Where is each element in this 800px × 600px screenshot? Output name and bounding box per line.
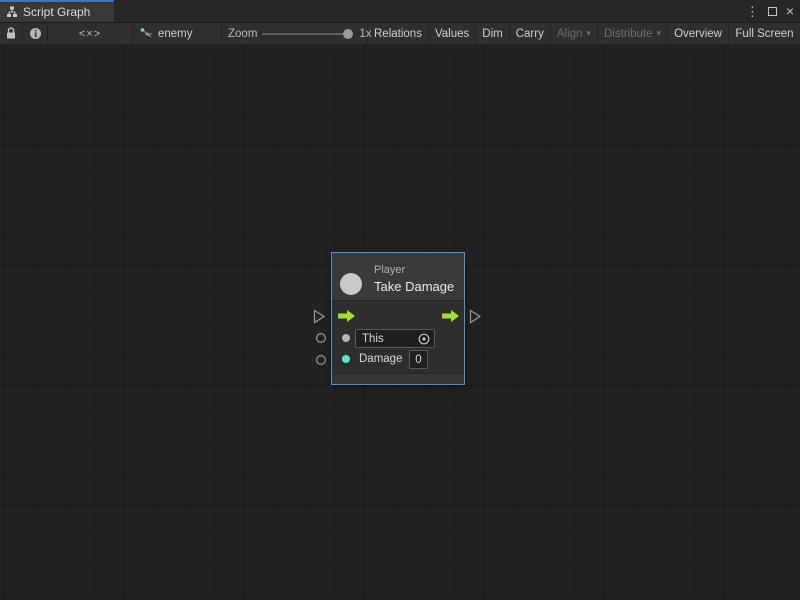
toolbar-button-dim[interactable]: Dim bbox=[476, 23, 509, 44]
zoom-label: Zoom bbox=[228, 28, 257, 40]
external-flow-output-port[interactable] bbox=[469, 309, 482, 324]
window-menu-icon[interactable]: ⋮ bbox=[746, 5, 759, 18]
info-icon bbox=[29, 27, 42, 40]
graph-ref-icon bbox=[140, 28, 153, 40]
toolbar-button-relations[interactable]: Relations bbox=[368, 23, 429, 44]
graph-name: enemy bbox=[158, 28, 193, 40]
external-this-port[interactable] bbox=[315, 332, 327, 344]
toolbar-button-distribute: Distribute ▾ bbox=[598, 23, 668, 44]
damage-port-dot[interactable] bbox=[342, 355, 350, 363]
close-icon[interactable]: × bbox=[786, 4, 794, 18]
this-port-dot[interactable] bbox=[342, 334, 350, 342]
chevron-down-icon: ▾ bbox=[586, 28, 591, 39]
damage-port-label: Damage bbox=[359, 353, 402, 365]
lock-button[interactable] bbox=[0, 23, 23, 44]
target-object-icon bbox=[340, 273, 362, 295]
node-header[interactable]: Player Take Damage bbox=[332, 253, 464, 301]
info-button[interactable] bbox=[23, 23, 48, 44]
this-field-value: This bbox=[362, 333, 384, 345]
external-flow-input-port[interactable] bbox=[313, 309, 326, 324]
graph-hierarchy-icon bbox=[6, 6, 18, 18]
chevron-down-icon: ▾ bbox=[657, 28, 662, 39]
node-footer bbox=[332, 373, 464, 384]
toolbar-button-values[interactable]: Values bbox=[429, 23, 476, 44]
flow-output-arrow-icon[interactable] bbox=[442, 310, 460, 322]
node-target-label: Player bbox=[374, 264, 405, 276]
zoom-control: Zoom 1x bbox=[222, 23, 368, 44]
graph-toolbar: <×> enemy Zoom 1x Relations Values Dim bbox=[0, 22, 800, 44]
zoom-slider[interactable] bbox=[262, 33, 350, 35]
lock-icon bbox=[5, 27, 17, 40]
flow-input-arrow-icon[interactable] bbox=[338, 310, 356, 322]
toolbar-button-carry[interactable]: Carry bbox=[510, 23, 551, 44]
graph-breadcrumb[interactable]: enemy bbox=[133, 23, 222, 44]
toolbar-button-overview[interactable]: Overview bbox=[668, 23, 729, 44]
toolbar-button-fullscreen[interactable]: Full Screen bbox=[729, 23, 800, 44]
external-damage-port[interactable] bbox=[315, 354, 327, 366]
angle-brackets-x-icon: <×> bbox=[79, 28, 101, 40]
angle-brackets-x-button[interactable]: <×> bbox=[48, 23, 133, 44]
toolbar-button-align: Align ▾ bbox=[551, 23, 598, 44]
script-graph-window: Script Graph ⋮ × <×> bbox=[0, 0, 800, 600]
window-controls: ⋮ × bbox=[746, 0, 794, 22]
damage-field-value: 0 bbox=[415, 354, 421, 366]
take-damage-node[interactable]: Player Take Damage This Damage 0 bbox=[331, 252, 465, 385]
this-object-field[interactable]: This bbox=[355, 329, 435, 348]
object-picker-icon[interactable] bbox=[417, 332, 431, 346]
graph-canvas[interactable]: Player Take Damage This Damage 0 bbox=[0, 44, 800, 600]
tab-script-graph[interactable]: Script Graph bbox=[0, 0, 114, 22]
tab-strip: Script Graph ⋮ × bbox=[0, 0, 800, 22]
tab-title: Script Graph bbox=[23, 5, 90, 19]
damage-value-field[interactable]: 0 bbox=[409, 350, 428, 369]
maximize-icon[interactable] bbox=[768, 7, 777, 16]
zoom-slider-knob[interactable] bbox=[343, 29, 353, 39]
node-title: Take Damage bbox=[374, 279, 454, 294]
